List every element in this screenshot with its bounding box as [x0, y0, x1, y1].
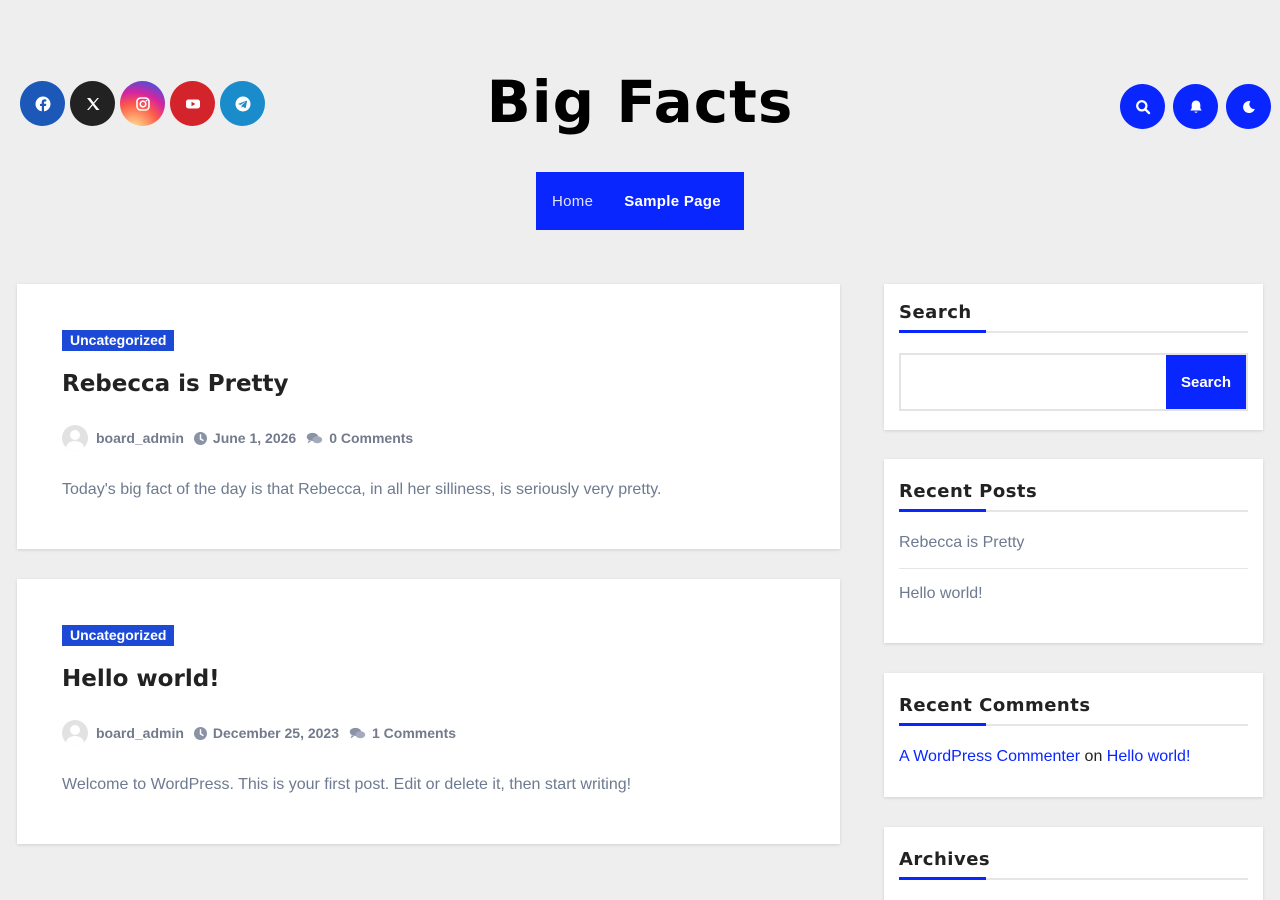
post-excerpt: Today's big fact of the day is that Rebe… [62, 481, 662, 498]
moon-icon[interactable] [1226, 84, 1271, 129]
clock-icon [193, 726, 207, 740]
recent-comment: A WordPress Commenter on Hello world! [899, 726, 1248, 794]
search-input[interactable] [899, 353, 1166, 411]
archives-widget: Archives [884, 827, 1263, 900]
comment-author-link[interactable]: A WordPress Commenter [899, 748, 1080, 765]
post-title[interactable]: Hello world! [62, 666, 795, 692]
nav-item-home[interactable]: Home [552, 193, 593, 210]
recent-comments-widget: Recent Comments A WordPress Commenter on… [884, 673, 1263, 797]
search-widget: Search Search [884, 284, 1263, 430]
search-button[interactable]: Search [1166, 353, 1248, 411]
post-comments[interactable]: 1 Comments [372, 725, 456, 741]
comment-post-link[interactable]: Hello world! [1107, 748, 1191, 765]
search-icon[interactable] [1120, 84, 1165, 129]
recent-post-link[interactable]: Rebecca is Pretty [899, 518, 1248, 569]
recent-posts-widget: Recent Posts Rebecca is Pretty Hello wor… [884, 459, 1263, 643]
comments-icon [349, 727, 366, 738]
post-meta: board_admin June 1, 2026 0 Comments [62, 425, 795, 451]
search-form: Search [899, 353, 1248, 411]
clock-icon [193, 431, 207, 445]
post-excerpt: Welcome to WordPress. This is your first… [62, 776, 632, 793]
post-author[interactable]: board_admin [96, 725, 184, 741]
nav-item-sample-page[interactable]: Sample Page [624, 193, 721, 210]
recent-post-link[interactable]: Hello world! [899, 569, 1248, 619]
avatar[interactable] [62, 425, 88, 451]
post-date[interactable]: December 25, 2023 [213, 725, 339, 741]
category-badge[interactable]: Uncategorized [62, 625, 175, 646]
post-author[interactable]: board_admin [96, 430, 184, 446]
comments-icon [306, 432, 323, 443]
post-title[interactable]: Rebecca is Pretty [62, 371, 795, 397]
comment-on-text: on [1084, 748, 1103, 765]
post-comments[interactable]: 0 Comments [329, 430, 413, 446]
widget-title: Recent Posts [899, 481, 1248, 512]
post-card: Uncategorized Hello world! board_admin D… [17, 579, 840, 844]
recent-posts-list: Rebecca is Pretty Hello world! [899, 518, 1248, 619]
widget-title: Search [899, 302, 1248, 333]
post-card: Uncategorized Rebecca is Pretty board_ad… [17, 284, 840, 549]
widget-title: Recent Comments [899, 695, 1248, 726]
bell-icon[interactable] [1173, 84, 1218, 129]
site-title[interactable]: Big Facts [0, 68, 1280, 136]
header-tools [1120, 84, 1271, 129]
avatar[interactable] [62, 720, 88, 746]
widget-title: Archives [899, 849, 1248, 880]
post-meta: board_admin December 25, 2023 1 Comments [62, 720, 795, 746]
post-date[interactable]: June 1, 2026 [213, 430, 296, 446]
category-badge[interactable]: Uncategorized [62, 330, 175, 351]
main-nav: Home Sample Page [536, 172, 744, 230]
